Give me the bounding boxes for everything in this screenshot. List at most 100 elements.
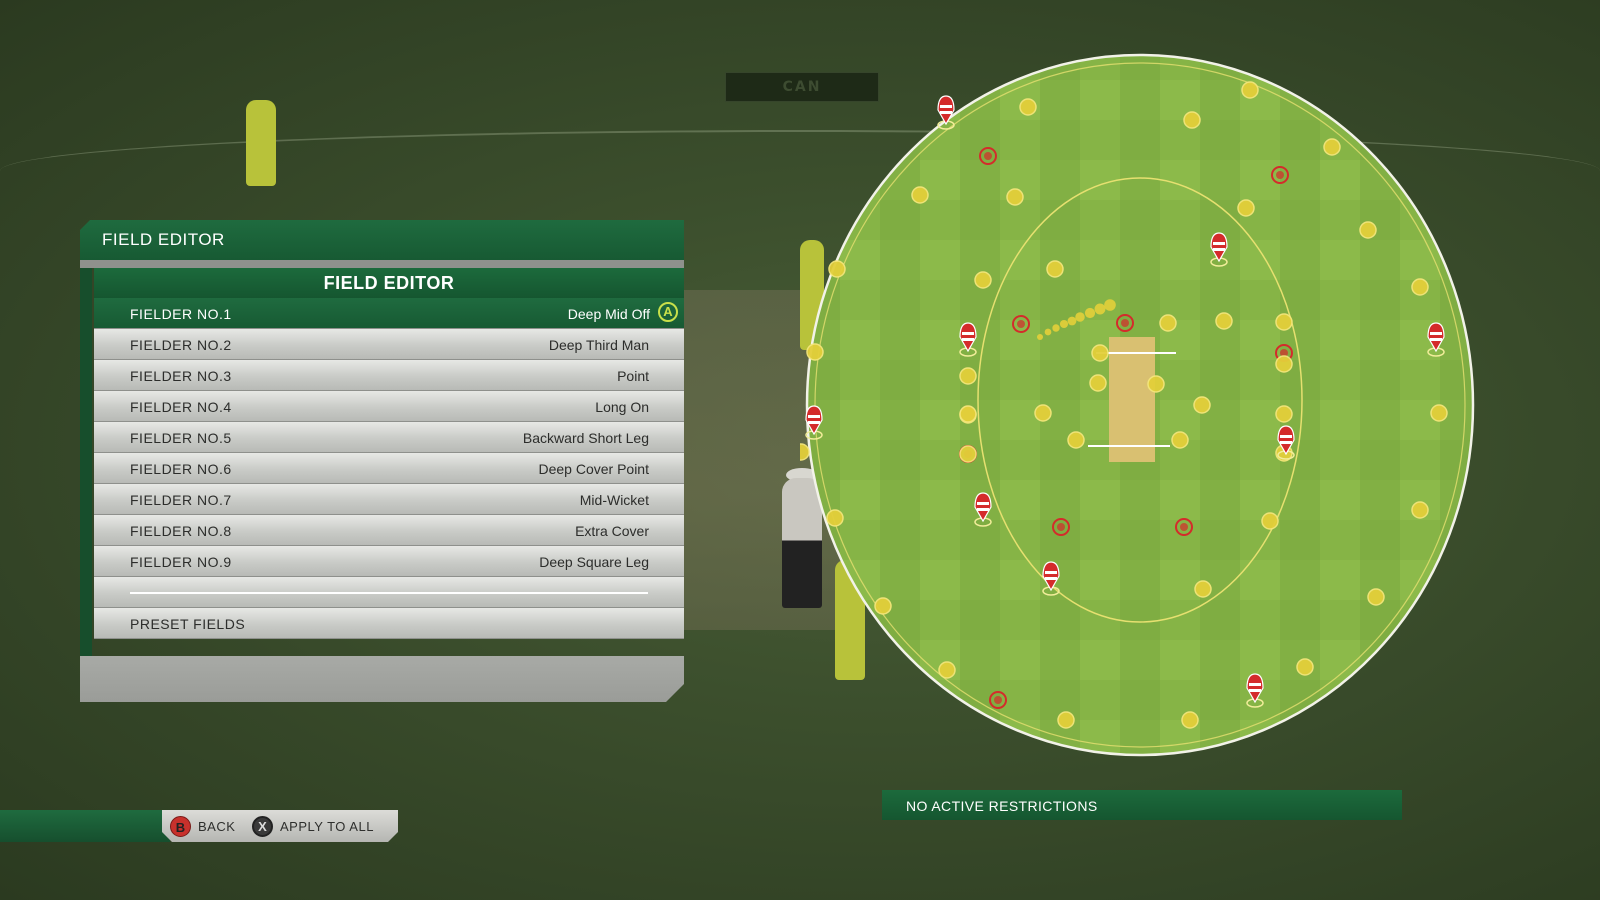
field-slot-marker <box>1430 404 1448 422</box>
field-slot-marker <box>1091 344 1109 362</box>
fielder-row[interactable]: FIELDER NO.5 Backward Short Leg <box>94 422 684 453</box>
grass-stripe <box>800 760 1490 770</box>
field-slot-marker <box>1171 431 1189 449</box>
fielder-name: FIELDER NO.9 <box>130 554 232 570</box>
field-slot-marker <box>959 367 977 385</box>
fielder-pin-stripe <box>1213 242 1225 245</box>
target-ring-core <box>1180 523 1188 531</box>
fielder-row[interactable]: FIELDER NO.9 Deep Square Leg <box>94 546 684 577</box>
fielder-row[interactable]: FIELDER NO.3 Point <box>94 360 684 391</box>
field-slot-marker <box>1411 278 1429 296</box>
grass-stripe <box>807 680 1473 720</box>
field-slot-marker <box>959 405 977 423</box>
field-slot-marker <box>1089 374 1107 392</box>
fielder-pin-stripe <box>1280 441 1292 444</box>
list-title: FIELD EDITOR <box>94 268 684 298</box>
trail-dot <box>1037 334 1043 340</box>
background-fielder <box>246 100 276 186</box>
pitch-strip <box>1109 337 1155 462</box>
target-ring-core <box>1121 319 1129 327</box>
panel-left-rail <box>80 268 92 656</box>
field-map[interactable] <box>800 40 1490 770</box>
trail-dot <box>1084 307 1096 319</box>
fielder-pin-stripe <box>977 502 989 505</box>
trail-dot <box>1067 316 1077 326</box>
fielder-pin-stripe <box>962 332 974 335</box>
preset-fields-row[interactable]: PRESET FIELDS <box>94 608 684 639</box>
fielder-position: Deep Cover Point <box>538 461 649 477</box>
fielder-pin-stripe <box>1045 571 1057 574</box>
x-button-icon[interactable]: X <box>252 816 273 837</box>
field-slot-marker <box>1193 396 1211 414</box>
field-slot-marker <box>826 509 844 527</box>
grass-stripe <box>807 280 1473 320</box>
fielder-row[interactable]: FIELDER NO.7 Mid-Wicket <box>94 484 684 515</box>
fielder-pin-stripe <box>940 105 952 108</box>
trail-dot <box>1059 319 1069 329</box>
fielder-row[interactable]: FIELDER NO.1 Deep Mid Off A <box>94 298 684 329</box>
panel-header: FIELD EDITOR <box>80 220 684 260</box>
fielder-name: FIELDER NO.1 <box>130 306 232 322</box>
fielder-pin-stripe <box>808 421 820 424</box>
fielder-pin-stripe <box>1249 683 1261 686</box>
field-slot-marker <box>1019 98 1037 116</box>
grass-stripe <box>807 600 1473 640</box>
fielder-name: FIELDER NO.7 <box>130 492 232 508</box>
control-bar: B BACK X APPLY TO ALL <box>162 810 398 842</box>
fielder-pin-stripe <box>962 338 974 341</box>
field-slot-marker <box>974 271 992 289</box>
field-slot-marker <box>1057 711 1075 729</box>
fielder-pin-stripe <box>1249 689 1261 692</box>
grass-stripe <box>807 120 1473 160</box>
field-slot-marker <box>1359 221 1377 239</box>
field-slot-marker <box>828 260 846 278</box>
field-slot-marker <box>1159 314 1177 332</box>
fielder-row[interactable]: FIELDER NO.8 Extra Cover <box>94 515 684 546</box>
list-divider-row <box>94 577 684 608</box>
field-slot-marker <box>1323 138 1341 156</box>
back-label[interactable]: BACK <box>198 819 235 834</box>
panel-divider <box>80 260 684 268</box>
trail-dot <box>1044 328 1052 336</box>
trail-dot <box>1052 324 1060 332</box>
fielder-list: FIELD EDITOR FIELDER NO.1 Deep Mid Off A… <box>94 268 684 639</box>
target-ring-core <box>1276 171 1284 179</box>
fielder-pin-stripe <box>1213 248 1225 251</box>
fielder-name: FIELDER NO.4 <box>130 399 232 415</box>
trail-dot <box>1094 303 1106 315</box>
field-slot-marker <box>1275 313 1293 331</box>
apply-to-all-label[interactable]: APPLY TO ALL <box>280 819 374 834</box>
preset-fields-label: PRESET FIELDS <box>130 616 246 632</box>
restrictions-banner: NO ACTIVE RESTRICTIONS <box>882 790 1402 820</box>
divider-line <box>130 592 648 594</box>
field-slot-marker <box>1367 588 1385 606</box>
grass-stripe <box>807 200 1473 240</box>
fielder-pin-stripe <box>1430 338 1442 341</box>
field-slot-marker <box>911 186 929 204</box>
field-slot-marker <box>1241 81 1259 99</box>
fielder-pin-stripe <box>808 415 820 418</box>
fielder-name: FIELDER NO.3 <box>130 368 232 384</box>
field-slot-marker <box>1034 404 1052 422</box>
control-bar-accent <box>0 810 170 842</box>
fielder-position: Deep Mid Off <box>567 306 650 322</box>
b-button-icon[interactable]: B <box>170 816 191 837</box>
fielder-pin-stripe <box>940 111 952 114</box>
panel-footer <box>80 656 684 702</box>
field-slot-marker <box>1147 375 1165 393</box>
field-slot-marker <box>1181 711 1199 729</box>
grass-stripe <box>807 55 1473 80</box>
a-button-icon[interactable]: A <box>658 302 678 322</box>
fielder-row[interactable]: FIELDER NO.4 Long On <box>94 391 684 422</box>
fielder-pin-stripe <box>1280 435 1292 438</box>
fielder-name: FIELDER NO.2 <box>130 337 232 353</box>
fielder-position: Deep Square Leg <box>539 554 649 570</box>
fielder-row[interactable]: FIELDER NO.6 Deep Cover Point <box>94 453 684 484</box>
field-slot-marker <box>800 443 810 461</box>
fielder-position: Deep Third Man <box>548 337 649 353</box>
fielder-row[interactable]: FIELDER NO.2 Deep Third Man <box>94 329 684 360</box>
field-editor-panel: FIELD EDITOR FIELD EDITOR FIELDER NO.1 D… <box>80 220 684 702</box>
fielder-pin-stripe <box>1430 332 1442 335</box>
field-slot-marker <box>1006 188 1024 206</box>
fielder-name: FIELDER NO.6 <box>130 461 232 477</box>
